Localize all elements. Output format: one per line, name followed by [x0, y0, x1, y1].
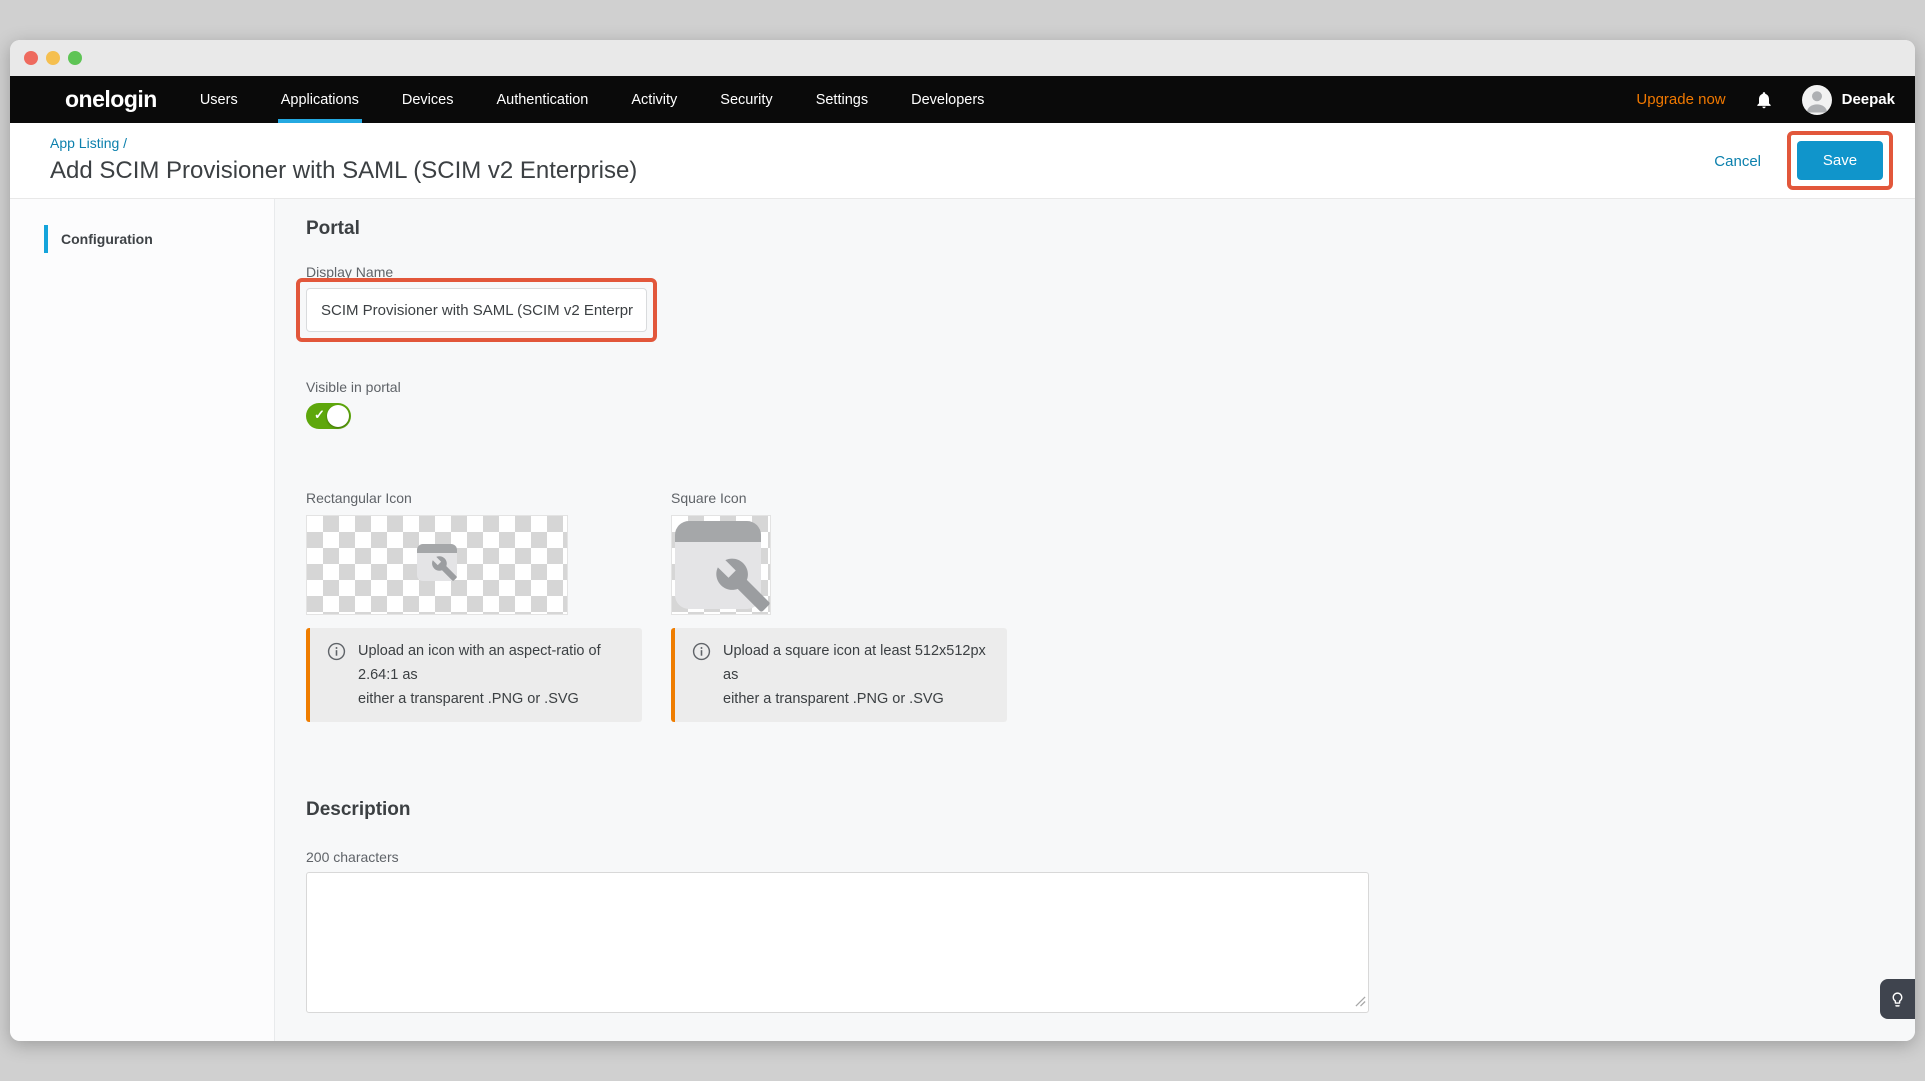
visible-in-portal-toggle[interactable]: ✓	[306, 403, 351, 429]
breadcrumb[interactable]: App Listing /	[50, 135, 127, 151]
toggle-knob	[327, 405, 349, 427]
window-titlebar	[10, 40, 1915, 76]
check-icon: ✓	[314, 407, 325, 423]
app-window: onelogin Users Applications Devices Auth…	[10, 40, 1915, 1041]
nav-item-activity[interactable]: Activity	[628, 76, 680, 123]
nav-item-settings[interactable]: Settings	[813, 76, 871, 123]
upgrade-now-link[interactable]: Upgrade now	[1636, 91, 1725, 108]
minimize-icon[interactable]	[46, 51, 60, 65]
nav-item-applications[interactable]: Applications	[278, 76, 362, 123]
character-counter: 200 characters	[306, 849, 1915, 865]
app-window-bar	[417, 544, 457, 553]
save-annotation-box: Save	[1787, 131, 1893, 190]
sidebar-item-configuration[interactable]: Configuration	[44, 225, 274, 253]
user-name: Deepak	[1842, 91, 1895, 108]
notification-bell-icon[interactable]	[1754, 90, 1774, 110]
portal-section-heading: Portal	[306, 218, 1915, 240]
close-icon[interactable]	[24, 51, 38, 65]
description-textarea[interactable]	[306, 872, 1369, 1013]
rectangular-icon-upload[interactable]	[306, 515, 568, 615]
info-circle-icon	[327, 642, 346, 661]
info-text-line: either a transparent .PNG or .SVG	[723, 687, 993, 711]
nav-item-authentication[interactable]: Authentication	[493, 76, 591, 123]
rectangular-icon-label: Rectangular Icon	[306, 490, 642, 506]
description-section-heading: Description	[306, 799, 1915, 821]
top-navbar: onelogin Users Applications Devices Auth…	[10, 76, 1915, 123]
save-button[interactable]: Save	[1797, 141, 1883, 180]
nav-item-developers[interactable]: Developers	[908, 76, 987, 123]
main-nav: Users Applications Devices Authenticatio…	[197, 76, 1025, 123]
display-name-input[interactable]	[306, 288, 647, 332]
user-menu[interactable]: Deepak	[1802, 85, 1895, 115]
info-text-line: either a transparent .PNG or .SVG	[358, 687, 628, 711]
main-panel: Portal Display Name Visible in portal ✓ …	[275, 199, 1915, 1041]
user-avatar-icon	[1802, 85, 1832, 115]
nav-item-security[interactable]: Security	[717, 76, 775, 123]
sidebar: Configuration	[10, 199, 275, 1041]
wrench-icon	[431, 555, 458, 582]
info-text-line: Upload an icon with an aspect-ratio of 2…	[358, 639, 628, 687]
nav-item-devices[interactable]: Devices	[399, 76, 457, 123]
square-icon-info: Upload a square icon at least 512x512px …	[671, 628, 1007, 722]
zoom-icon[interactable]	[68, 51, 82, 65]
app-window-bar	[675, 521, 761, 542]
info-text-line: Upload a square icon at least 512x512px …	[723, 639, 993, 687]
lightbulb-help-icon	[1889, 991, 1906, 1008]
help-lightbulb-button[interactable]	[1880, 979, 1915, 1019]
onelogin-logo: onelogin	[65, 86, 157, 113]
cancel-button[interactable]: Cancel	[1714, 153, 1761, 170]
square-icon-label: Square Icon	[671, 490, 1007, 506]
rectangular-icon-info: Upload an icon with an aspect-ratio of 2…	[306, 628, 642, 722]
page-header: App Listing / Add SCIM Provisioner with …	[10, 123, 1915, 199]
info-circle-icon	[692, 642, 711, 661]
display-name-label: Display Name	[306, 264, 1915, 280]
wrench-icon	[714, 556, 772, 614]
page-title: Add SCIM Provisioner with SAML (SCIM v2 …	[50, 157, 637, 185]
visible-in-portal-label: Visible in portal	[306, 379, 1915, 395]
square-icon-upload[interactable]	[671, 515, 771, 615]
nav-item-users[interactable]: Users	[197, 76, 241, 123]
